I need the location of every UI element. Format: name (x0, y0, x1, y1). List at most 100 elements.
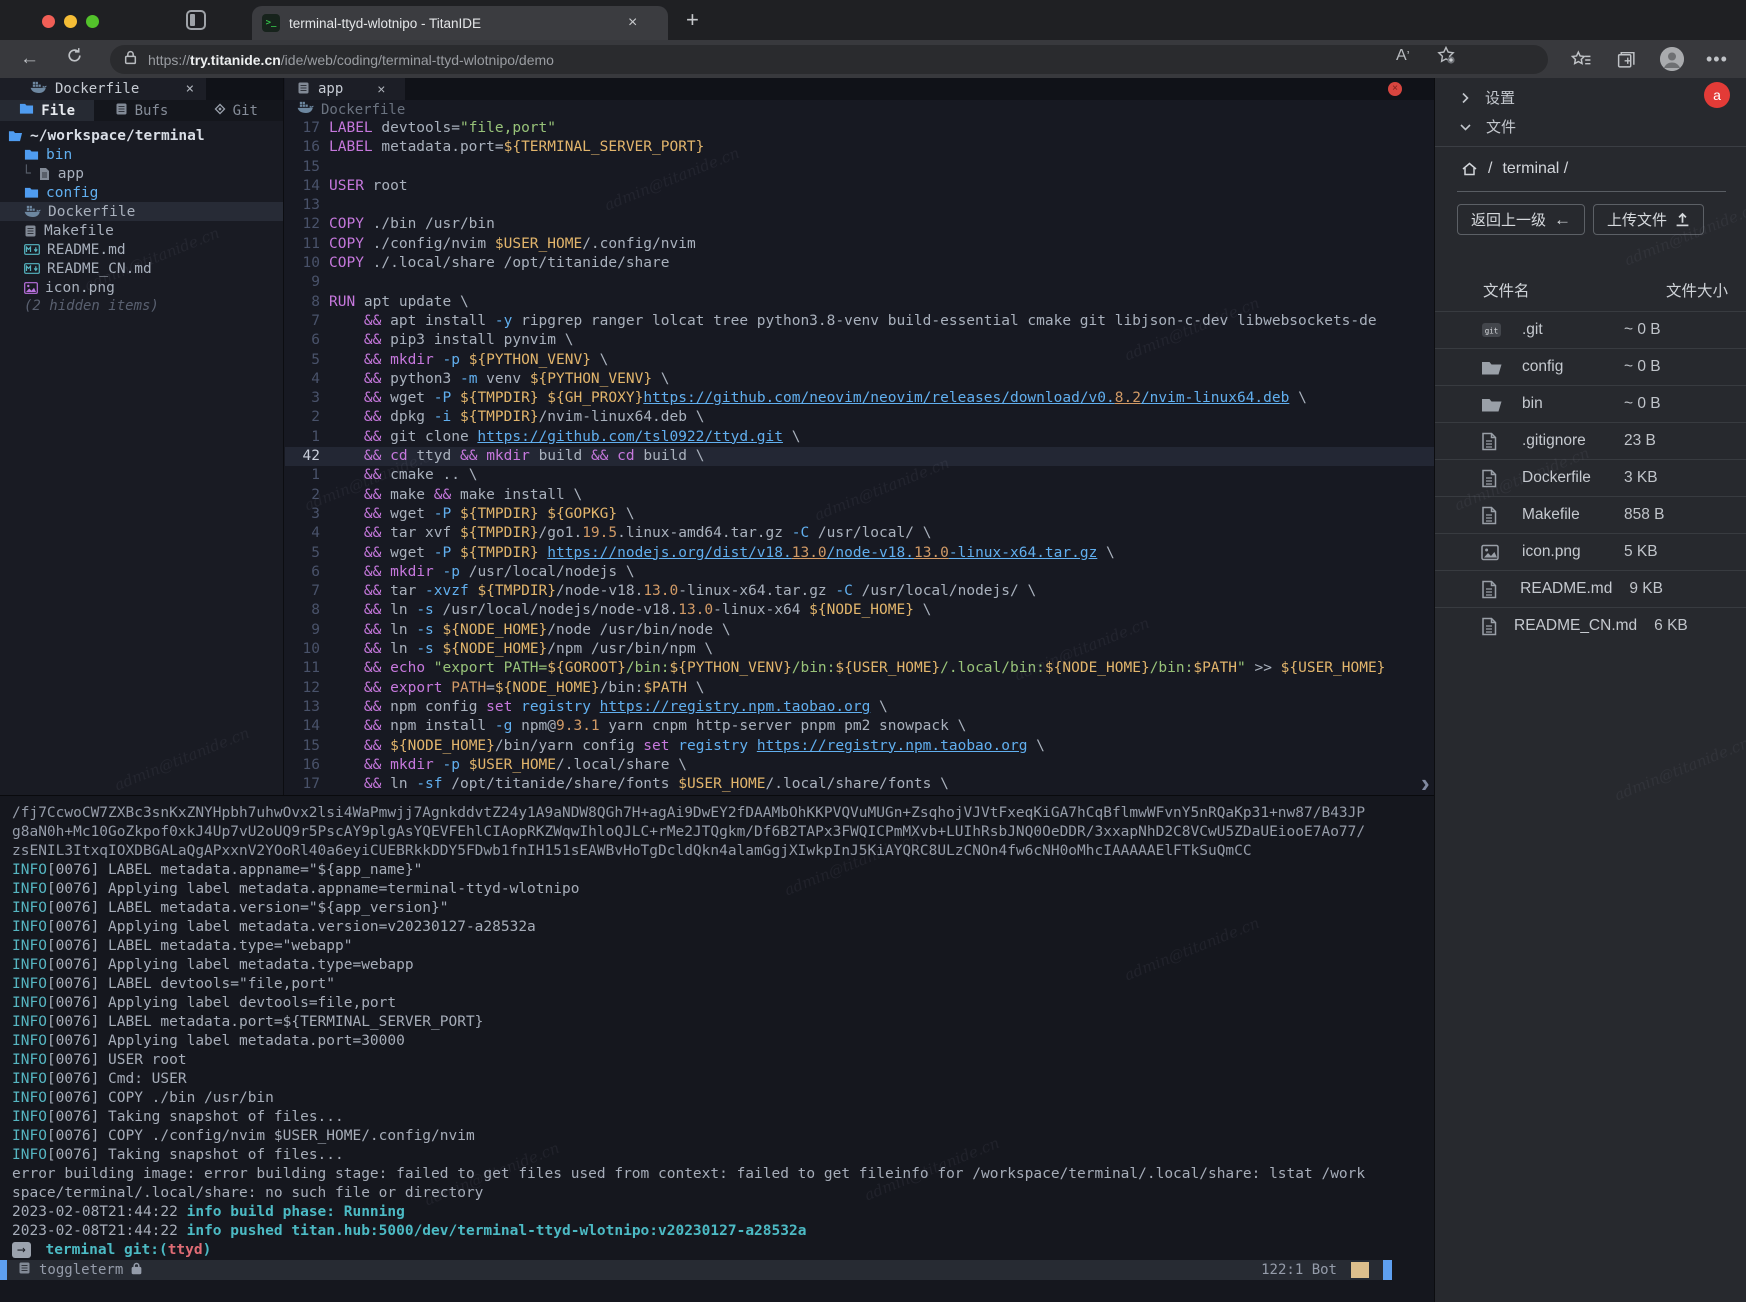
tree-item-readme-cn-md[interactable]: README_CN.md (0, 259, 283, 278)
code-line[interactable]: 7 && apt install -y ripgrep ranger lolca… (285, 312, 1434, 331)
terminal-panel[interactable]: /fj7CcwoCW7ZXBc3snKxZNYHpbh7uhwOvx2lsi4W… (0, 795, 1434, 1302)
column-filesize[interactable]: 文件大小 (1666, 279, 1728, 301)
line-content: && pip3 install pynvim \ (329, 331, 1434, 350)
code-line[interactable]: 9 (285, 273, 1434, 292)
code-line[interactable]: 15 && ${NODE_HOME}/bin/yarn config set r… (285, 737, 1434, 756)
window-minimize-button[interactable] (64, 15, 77, 28)
code-line[interactable]: 8RUN apt update \ (285, 293, 1434, 312)
code-line[interactable]: 2 && make && make install \ (285, 486, 1434, 505)
window-zoom-button[interactable] (86, 15, 99, 28)
line-number: 17 (285, 119, 329, 138)
explorer-tab-git[interactable]: Git (189, 100, 283, 121)
folder-file-icon (1481, 396, 1505, 413)
code-line[interactable]: 17 && ln -sf /opt/titanide/share/fonts $… (285, 775, 1434, 794)
tree-item-readme-md[interactable]: README.md (0, 240, 283, 259)
code-line[interactable]: 4 && tar xvf ${TMPDIR}/go1.19.5.linux-am… (285, 524, 1434, 543)
address-bar[interactable]: https://try.titanide.cn/ide/web/coding/t… (110, 45, 1548, 74)
close-icon[interactable]: × (186, 81, 194, 97)
code-line[interactable]: 12 && export PATH=${NODE_HOME}/bin:$PATH… (285, 679, 1434, 698)
file-row--git[interactable]: git.git~ 0 B (1435, 311, 1746, 348)
code-line[interactable]: 4 && python3 -m venv ${PYTHON_VENV} \ (285, 370, 1434, 389)
file-row--gitignore[interactable]: .gitignore23 B (1435, 422, 1746, 459)
code-line[interactable]: 10 && ln -s ${NODE_HOME}/npm /usr/bin/np… (285, 640, 1434, 659)
collections-icon[interactable] (1616, 49, 1637, 75)
tree-item-bin[interactable]: bin (0, 145, 283, 164)
file-row-readme-cn-md[interactable]: README_CN.md6 KB (1435, 607, 1746, 644)
code-line[interactable]: 11COPY ./config/nvim $USER_HOME/.config/… (285, 235, 1434, 254)
go-up-button[interactable]: 返回上一级 ← (1457, 204, 1585, 235)
tab-close-icon[interactable]: × (628, 15, 637, 31)
upload-file-button[interactable]: 上传文件 (1593, 204, 1704, 235)
code-line[interactable]: 8 && ln -s /usr/local/nodejs/node-v18.13… (285, 601, 1434, 620)
code-line[interactable]: 6 && mkdir -p /usr/local/nodejs \ (285, 563, 1434, 582)
tree-item-icon-png[interactable]: icon.png (0, 278, 283, 297)
code-line[interactable]: 5 && wget -P ${TMPDIR} https://nodejs.or… (285, 544, 1434, 563)
code-line[interactable]: 11 && echo "export PATH=${GOROOT}/bin:${… (285, 659, 1434, 678)
code-line[interactable]: 16LABEL metadata.port=${TERMINAL_SERVER_… (285, 138, 1434, 157)
code-line[interactable]: 14 && npm install -g npm@9.3.1 yarn cnpm… (285, 717, 1434, 736)
code-line[interactable]: 15 (285, 158, 1434, 177)
code-line[interactable]: 6 && pip3 install pynvim \ (285, 331, 1434, 350)
terminal-line: INFO[0076] COPY ./bin /usr/bin (12, 1089, 1422, 1108)
line-content: && git clone https://github.com/tsl0922/… (329, 428, 1434, 447)
explorer-tab-file[interactable]: File (0, 100, 94, 121)
tab-overview-icon[interactable] (186, 10, 206, 30)
explorer-tab-bufs[interactable]: Bufs (94, 100, 188, 121)
back-icon[interactable]: ← (20, 48, 39, 70)
code-line-current[interactable]: 42 && cd ttyd && mkdir build && cd build… (285, 447, 1434, 466)
code-line[interactable]: 1 && git clone https://github.com/tsl092… (285, 428, 1434, 447)
editor-tab-app[interactable]: app × (285, 78, 405, 100)
breadcrumb[interactable]: / terminal / (1435, 147, 1746, 191)
code-line[interactable]: 14USER root (285, 177, 1434, 196)
record-dot-icon[interactable]: × (1388, 82, 1402, 96)
tree-item-dockerfile[interactable]: Dockerfile (0, 202, 283, 221)
read-aloud-icon[interactable]: A’ (1396, 47, 1410, 65)
tree-item-config[interactable]: config (0, 183, 283, 202)
browser-tab[interactable]: >_ terminal-ttyd-wlotnipo - TitanIDE × (252, 6, 668, 40)
browser-menu-icon[interactable]: ••• (1706, 49, 1728, 70)
code-line[interactable]: 12COPY ./bin /usr/bin (285, 215, 1434, 234)
code-line[interactable]: 16 && mkdir -p $USER_HOME/.local/share \ (285, 756, 1434, 775)
code-editor[interactable]: app × × Dockerfile 17LABEL devtools="fil… (285, 78, 1434, 795)
code-line[interactable]: 3 && wget -P ${TMPDIR} ${GOPKG} \ (285, 505, 1434, 524)
tree-item-app[interactable]: └app (0, 164, 283, 183)
tree-item-makefile[interactable]: Makefile (0, 221, 283, 240)
settings-section-header[interactable]: 设置 (1435, 83, 1746, 112)
new-tab-button[interactable]: + (686, 10, 699, 30)
file-row-makefile[interactable]: Makefile858 B (1435, 496, 1746, 533)
column-filename[interactable]: 文件名 (1483, 279, 1530, 301)
code-line[interactable]: 3 && wget -P ${TMPDIR} ${GH_PROXY}https:… (285, 389, 1434, 408)
profile-avatar[interactable] (1660, 47, 1684, 71)
code-line[interactable]: 10COPY ./.local/share /opt/titanide/shar… (285, 254, 1434, 273)
sidebar-tab-dockerfile[interactable]: Dockerfile × (0, 78, 206, 100)
code-line[interactable]: 7 && tar -xvzf ${TMPDIR}/node-v18.13.0-l… (285, 582, 1434, 601)
code-line[interactable]: 2 && dpkg -i ${TMPDIR}/nvim-linux64.deb … (285, 408, 1434, 427)
code-lines[interactable]: 17LABEL devtools="file,port"16LABEL meta… (285, 119, 1434, 794)
user-badge[interactable]: a (1704, 82, 1730, 108)
favorites-icon[interactable] (1571, 49, 1592, 75)
file-row-config[interactable]: config~ 0 B (1435, 348, 1746, 385)
files-section-header[interactable]: 文件 (1435, 112, 1746, 141)
refresh-icon[interactable] (66, 47, 83, 70)
file-size: 23 B (1624, 432, 1694, 450)
window-close-button[interactable] (42, 15, 55, 28)
add-favorite-icon[interactable] (1436, 45, 1456, 70)
close-icon[interactable]: × (377, 81, 385, 97)
file-row-dockerfile[interactable]: Dockerfile3 KB (1435, 459, 1746, 496)
git-file-icon: git (1481, 320, 1505, 340)
folder-icon (19, 102, 34, 119)
breadcrumb-path[interactable]: terminal / (1502, 160, 1568, 178)
file-row-icon-png[interactable]: icon.png5 KB (1435, 533, 1746, 570)
scrollbar-thumb[interactable] (1383, 1260, 1392, 1280)
code-line[interactable]: 17LABEL devtools="file,port" (285, 119, 1434, 138)
lock-icon[interactable] (124, 50, 137, 70)
code-line[interactable]: 1 && cmake .. \ (285, 466, 1434, 485)
lock-icon (131, 1262, 142, 1279)
file-row-readme-md[interactable]: README.md9 KB (1435, 570, 1746, 607)
code-line[interactable]: 13 (285, 196, 1434, 215)
file-row-bin[interactable]: bin~ 0 B (1435, 385, 1746, 422)
code-line[interactable]: 5 && mkdir -p ${PYTHON_VENV} \ (285, 351, 1434, 370)
code-line[interactable]: 9 && ln -s ${NODE_HOME}/node /usr/bin/no… (285, 621, 1434, 640)
code-line[interactable]: 13 && npm config set registry https://re… (285, 698, 1434, 717)
tree-item--workspace-terminal[interactable]: ~/workspace/terminal (0, 126, 283, 145)
